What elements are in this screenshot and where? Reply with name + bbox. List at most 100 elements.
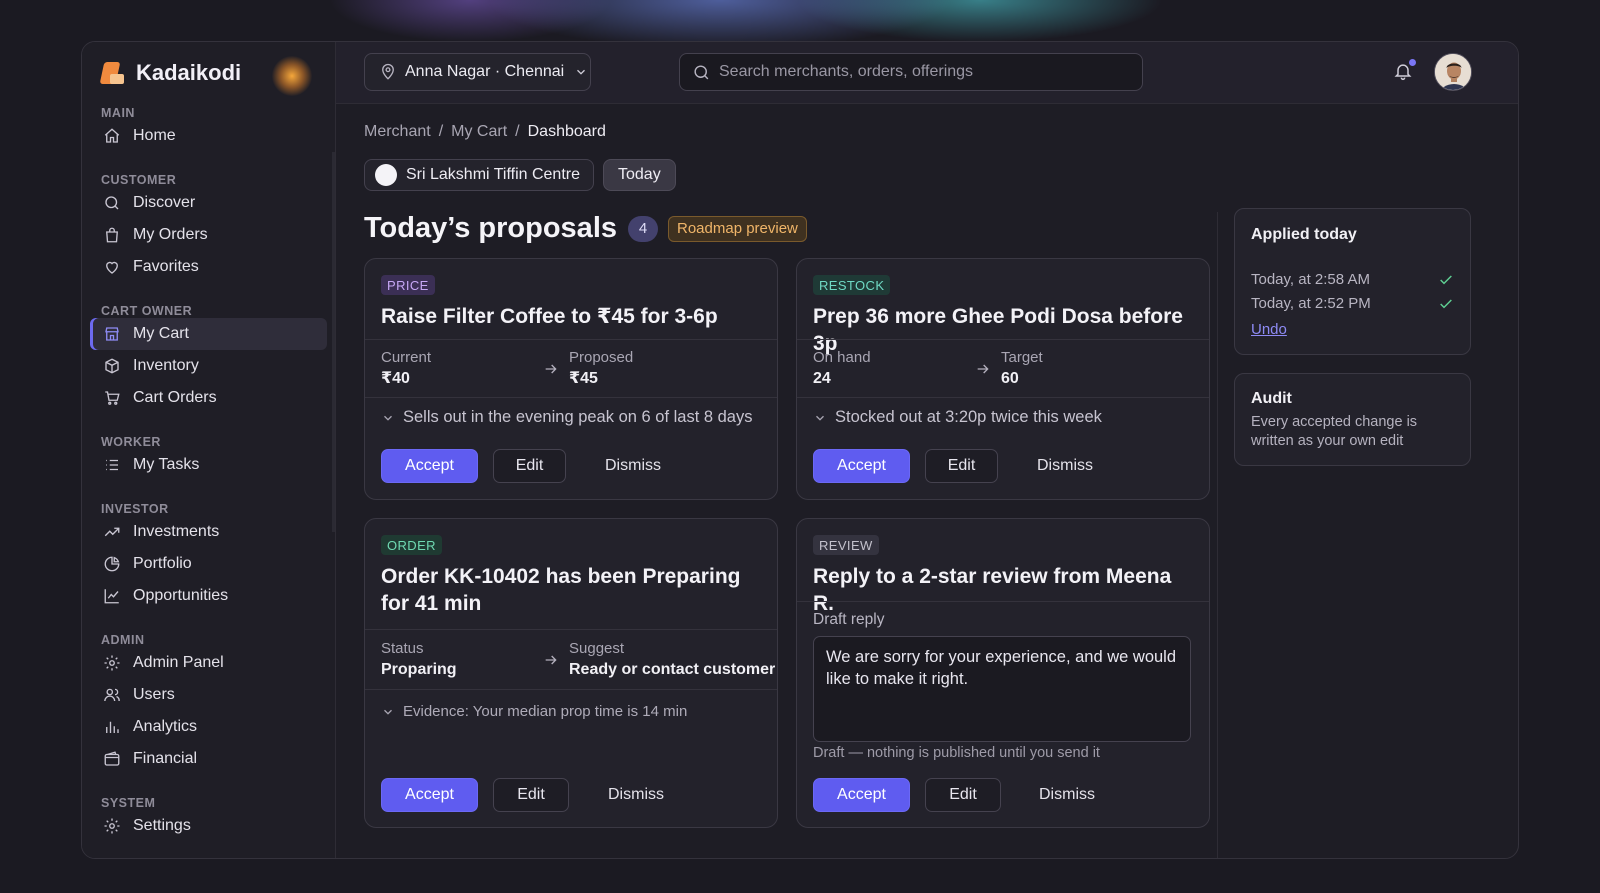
package-icon bbox=[102, 356, 122, 376]
sidebar-item-investments[interactable]: Investments bbox=[90, 516, 327, 548]
nav-section-cart-owner: CART OWNER bbox=[101, 304, 193, 318]
edit-button[interactable]: Edit bbox=[493, 449, 566, 483]
value-amount: 60 bbox=[1001, 370, 1019, 387]
applied-today-title: Applied today bbox=[1251, 226, 1357, 243]
applied-entry: Today, at 2:52 PM bbox=[1251, 295, 1454, 312]
breadcrumb-merchant[interactable]: Merchant bbox=[364, 123, 431, 141]
accept-button[interactable]: Accept bbox=[381, 449, 478, 483]
reason-disclosure[interactable]: Stocked out at 3:20p twice this week bbox=[813, 408, 1102, 427]
wallet-icon bbox=[102, 749, 122, 769]
arrow-right-icon bbox=[543, 361, 559, 377]
draft-note: Draft — nothing is published until you s… bbox=[813, 745, 1100, 761]
accept-button[interactable]: Accept bbox=[381, 778, 478, 812]
sidebar-item-label: Financial bbox=[133, 750, 198, 767]
nav-section-system: SYSTEM bbox=[101, 796, 156, 810]
applied-entry: Today, at 2:58 AM bbox=[1251, 271, 1454, 288]
search-icon bbox=[692, 63, 711, 82]
proposal-card-order: ORDER Order KK-10402 has been Preparing … bbox=[364, 518, 778, 828]
chevron-down-icon bbox=[574, 65, 588, 79]
sidebar-item-users[interactable]: Users bbox=[90, 679, 327, 711]
roadmap-preview-badge: Roadmap preview bbox=[668, 215, 807, 242]
proposals-heading: Today’s proposals 4 Roadmap preview bbox=[364, 212, 807, 245]
sidebar-item-settings[interactable]: Settings bbox=[90, 810, 327, 842]
sidebar-item-home[interactable]: Home bbox=[90, 120, 327, 152]
audit-description: Every accepted change is written as your… bbox=[1251, 414, 1418, 449]
sidebar-item-opportunities[interactable]: Opportunities bbox=[90, 580, 327, 612]
proposal-title: Order KK-10402 has been Preparing for 41… bbox=[381, 565, 741, 615]
sidebar: Kadaikodi MAIN Home CUSTOMER Discover My… bbox=[82, 42, 336, 858]
value-key: Target bbox=[1001, 349, 1043, 366]
sidebar-item-label: Admin Panel bbox=[133, 654, 224, 671]
location-label: Anna Nagar · Chennai bbox=[405, 63, 565, 80]
edit-button[interactable]: Edit bbox=[925, 449, 998, 483]
location-selector[interactable]: Anna Nagar · Chennai bbox=[364, 53, 591, 91]
dismiss-button[interactable]: Dismiss bbox=[1027, 778, 1107, 812]
sidebar-item-admin-panel[interactable]: Admin Panel bbox=[90, 647, 327, 679]
current-value: Current ₹40 bbox=[381, 349, 431, 391]
arrow-right-icon bbox=[975, 361, 991, 377]
list-icon bbox=[102, 455, 122, 475]
dismiss-button[interactable]: Dismiss bbox=[596, 778, 676, 812]
sidebar-scrollbar[interactable] bbox=[332, 152, 335, 532]
sidebar-item-label: My Cart bbox=[133, 325, 189, 342]
sidebar-item-cart-orders[interactable]: Cart Orders bbox=[90, 382, 327, 414]
reason-text: Stocked out at 3:20p twice this week bbox=[835, 408, 1102, 426]
dismiss-button[interactable]: Dismiss bbox=[593, 449, 673, 483]
sidebar-item-financial[interactable]: Financial bbox=[90, 743, 327, 775]
edit-button[interactable]: Edit bbox=[925, 778, 1001, 812]
sidebar-item-label: Portfolio bbox=[133, 555, 192, 572]
sidebar-item-favorites[interactable]: Favorites bbox=[90, 251, 327, 283]
search-bar[interactable] bbox=[679, 53, 1143, 91]
accept-button[interactable]: Accept bbox=[813, 449, 910, 483]
sidebar-item-analytics[interactable]: Analytics bbox=[90, 711, 327, 743]
breadcrumb-separator: / bbox=[438, 123, 444, 140]
top-bar: Anna Nagar · Chennai bbox=[336, 42, 1518, 104]
merchant-chip[interactable]: Sri Lakshmi Tiffin Centre bbox=[364, 159, 594, 191]
period-chip[interactable]: Today bbox=[603, 159, 676, 191]
trending-up-icon bbox=[102, 522, 122, 542]
value-key: Suggest bbox=[569, 640, 625, 657]
divider bbox=[797, 339, 1209, 340]
undo-link[interactable]: Undo bbox=[1251, 321, 1287, 338]
status-badge: ORDER bbox=[381, 535, 442, 555]
search-input[interactable] bbox=[719, 63, 1119, 81]
breadcrumb-current: Dashboard bbox=[527, 123, 606, 140]
sidebar-item-my-orders[interactable]: My Orders bbox=[90, 219, 327, 251]
search-icon bbox=[102, 193, 122, 213]
on-hand-value: On hand 24 bbox=[813, 349, 871, 391]
sidebar-item-inventory[interactable]: Inventory bbox=[90, 350, 327, 382]
divider bbox=[365, 629, 777, 630]
gear-icon bbox=[102, 816, 122, 836]
status-value: Status Proparing bbox=[381, 640, 457, 682]
target-value: Target 60 bbox=[1001, 349, 1043, 391]
evidence-disclosure[interactable]: Evidence: Your median prop time is 14 mi… bbox=[381, 703, 687, 720]
sidebar-item-portfolio[interactable]: Portfolio bbox=[90, 548, 327, 580]
accept-button[interactable]: Accept bbox=[813, 778, 910, 812]
sidebar-item-discover[interactable]: Discover bbox=[90, 187, 327, 219]
map-pin-icon bbox=[379, 63, 397, 81]
avatar[interactable] bbox=[1434, 53, 1472, 91]
nav-section-worker: WORKER bbox=[101, 435, 161, 449]
app-window: Kadaikodi MAIN Home CUSTOMER Discover My… bbox=[81, 41, 1519, 859]
brand-name: Kadaikodi bbox=[136, 60, 242, 85]
breadcrumb-my-cart[interactable]: My Cart bbox=[451, 123, 507, 141]
sidebar-item-my-cart[interactable]: My Cart bbox=[90, 318, 327, 350]
check-icon bbox=[1438, 272, 1454, 288]
sidebar-item-my-tasks[interactable]: My Tasks bbox=[90, 449, 327, 481]
home-icon bbox=[102, 126, 122, 146]
nav-section-investor: INVESTOR bbox=[101, 502, 169, 516]
audit-panel: Audit Every accepted change is written a… bbox=[1234, 373, 1471, 466]
reason-disclosure[interactable]: Sells out in the evening peak on 6 of la… bbox=[381, 408, 752, 427]
draft-reply-textarea[interactable]: We are sorry for your experience, and we… bbox=[813, 636, 1191, 742]
proposed-value: Proposed ₹45 bbox=[569, 349, 633, 391]
heart-icon bbox=[102, 257, 122, 277]
edit-button[interactable]: Edit bbox=[493, 778, 569, 812]
period-label: Today bbox=[618, 166, 661, 183]
applied-entry-time: Today, at 2:52 PM bbox=[1251, 295, 1371, 312]
dismiss-button[interactable]: Dismiss bbox=[1025, 449, 1105, 483]
breadcrumb-separator: / bbox=[515, 123, 520, 140]
brand-glow-orb bbox=[272, 56, 312, 96]
bar-chart-icon bbox=[102, 717, 122, 737]
gear-icon bbox=[102, 653, 122, 673]
sidebar-item-label: My Tasks bbox=[133, 456, 200, 473]
